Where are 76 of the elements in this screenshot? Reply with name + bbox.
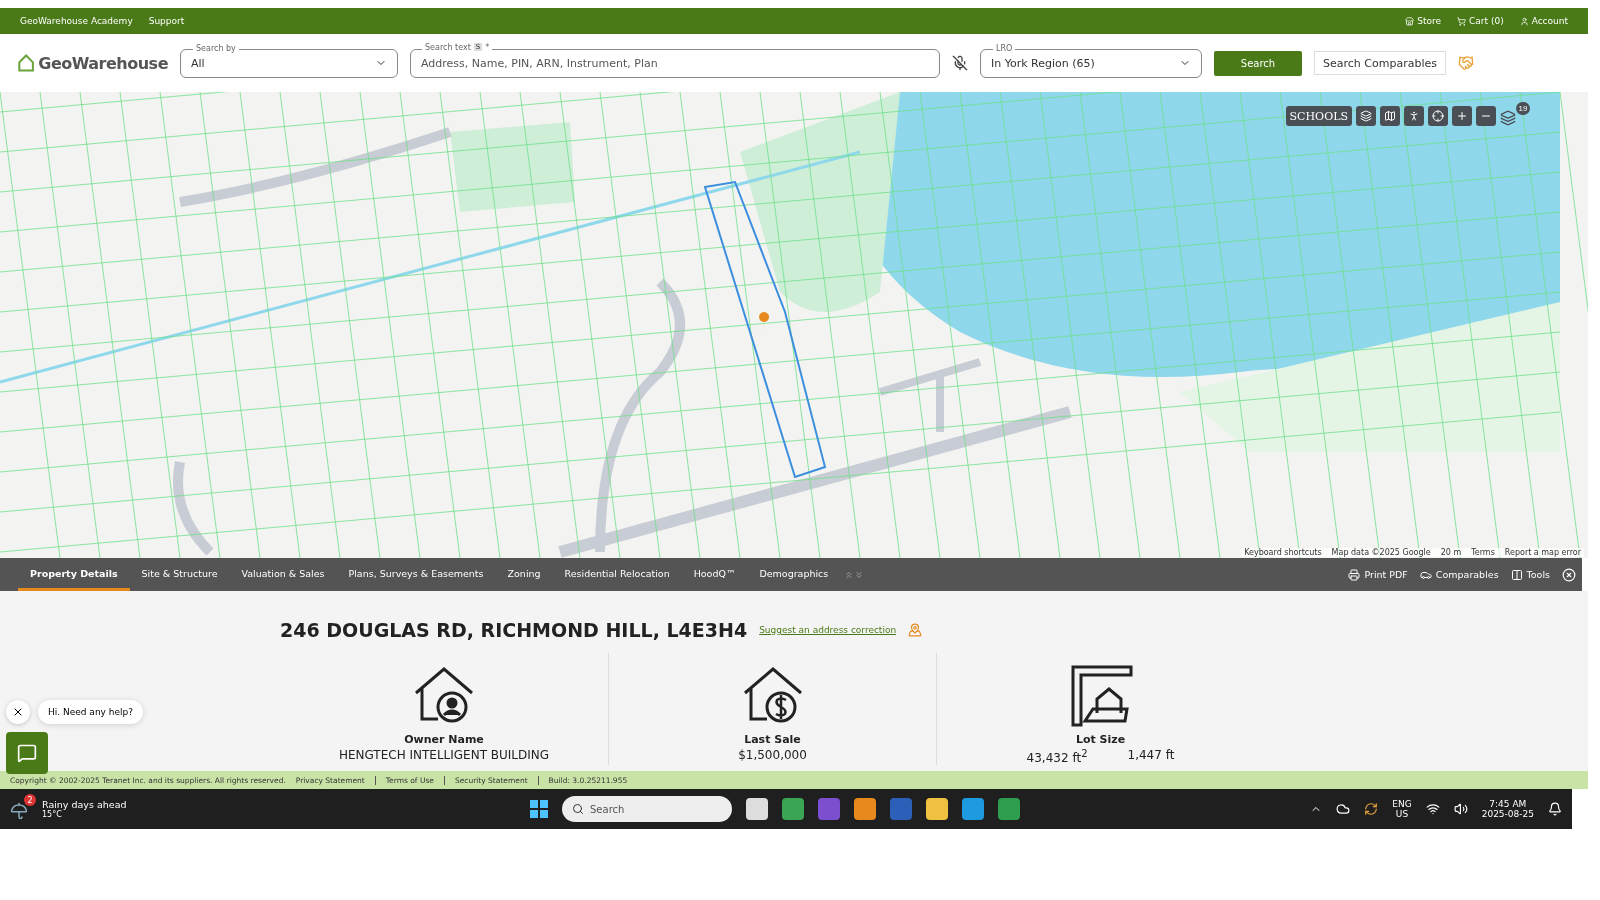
map-type-button[interactable] (1380, 106, 1400, 126)
zoom-out-button[interactable] (1476, 106, 1496, 126)
clock[interactable]: 7:45 AM 2025-08-25 (1481, 799, 1534, 819)
tab[interactable]: Plans, Surveys & Easements (336, 558, 496, 591)
tab[interactable]: Demographics (747, 558, 841, 591)
tab[interactable]: Zoning (495, 558, 553, 591)
tab[interactable]: Site & Structure (129, 558, 230, 591)
top-link[interactable]: GeoWarehouse Academy (20, 16, 133, 26)
tab[interactable]: Residential Relocation (552, 558, 682, 591)
notification-icon[interactable] (1548, 802, 1562, 816)
store-icon (1405, 16, 1415, 26)
person-icon (1408, 110, 1420, 122)
zoom-in-button[interactable] (1452, 106, 1472, 126)
card-value: HENGTECH INTELLIGENT BUILDING (338, 748, 550, 762)
tab-action-button[interactable]: Print PDF (1342, 558, 1414, 591)
card-value: 1,447 ft (1127, 748, 1175, 764)
card-label: Last Sale (744, 733, 801, 746)
language-indicator[interactable]: ENG US (1392, 799, 1412, 819)
user-icon (1519, 16, 1529, 26)
app-icon[interactable] (746, 798, 768, 820)
chat-button[interactable] (6, 732, 48, 774)
chat-greeting: Hi. Need any help? (38, 700, 143, 724)
map-attribution-text: Terms (1471, 548, 1495, 557)
close-icon (1562, 567, 1576, 582)
overlays-button[interactable]: 19 (1500, 102, 1530, 130)
tab[interactable]: Valuation & Sales (229, 558, 337, 591)
layers-icon (1500, 110, 1516, 126)
account-link[interactable]: Cart (0) (1457, 16, 1504, 26)
layers-button[interactable] (1356, 106, 1376, 126)
layers-icon (1360, 110, 1372, 122)
card-label: Lot Size (1075, 733, 1126, 746)
card-label: Owner Name (404, 733, 484, 746)
plus-icon (1456, 110, 1468, 122)
printer-icon (1348, 568, 1361, 581)
close-icon (12, 706, 24, 718)
account-link[interactable]: Account (1519, 16, 1568, 26)
weather-widget[interactable]: 2 (10, 794, 36, 824)
start-icon[interactable] (530, 800, 548, 818)
wifi-icon[interactable] (1425, 802, 1440, 816)
schools-button[interactable]: SCHOOLS (1285, 106, 1352, 126)
map-icon (1384, 110, 1396, 122)
card-value: $1,500,000 (738, 748, 807, 762)
folder-icon[interactable] (926, 798, 948, 820)
logo-text: GeoWarehouse (38, 53, 168, 73)
tab-action-button[interactable]: Comparables (1413, 558, 1505, 591)
account-link[interactable]: Store (1405, 16, 1441, 26)
search-comparables-button[interactable]: Search Comparables (1314, 51, 1446, 75)
crosshair-icon (1432, 110, 1444, 122)
app-icon[interactable] (998, 798, 1020, 820)
card-value: 43,432 ft$^{2}$ (1026, 748, 1088, 765)
suggest-correction-link[interactable]: Suggest an address correction (759, 625, 897, 635)
sync-icon[interactable] (1364, 802, 1379, 816)
weather-temperature: 15°C (42, 810, 62, 819)
street-view-button[interactable] (1404, 106, 1424, 126)
cart-icon (1457, 16, 1466, 26)
map-attribution-text: Map data ©2025 Google (1331, 548, 1431, 557)
property-address: 246 DOUGLAS RD, RICHMOND HILL, L4E3H4 (280, 619, 748, 641)
weather-title: Rainy days ahead (42, 799, 127, 810)
map-attribution-text: 20 m (1440, 548, 1462, 557)
chevrons-up-icon (844, 569, 855, 580)
tab[interactable]: HoodQ™ (681, 558, 748, 591)
tab-action-button[interactable]: Tools (1504, 558, 1556, 591)
taskbar-search-field[interactable]: Search (562, 796, 732, 822)
app-icon[interactable] (782, 798, 804, 820)
browser-icon[interactable] (962, 798, 984, 820)
chat-icon (17, 743, 37, 763)
chevrons-down-icon (854, 569, 865, 580)
volume-icon[interactable] (1453, 802, 1468, 816)
search-button[interactable]: Search (1214, 50, 1302, 76)
cloud-icon[interactable] (1336, 802, 1351, 816)
locate-button[interactable] (1428, 106, 1448, 126)
map-attribution-text: Report a map error (1504, 548, 1581, 557)
app-icon[interactable] (854, 798, 876, 820)
top-link[interactable]: Support (148, 16, 185, 26)
map-attribution-text: Keyboard shortcuts (1244, 548, 1322, 557)
mic-off-icon[interactable] (952, 55, 968, 71)
